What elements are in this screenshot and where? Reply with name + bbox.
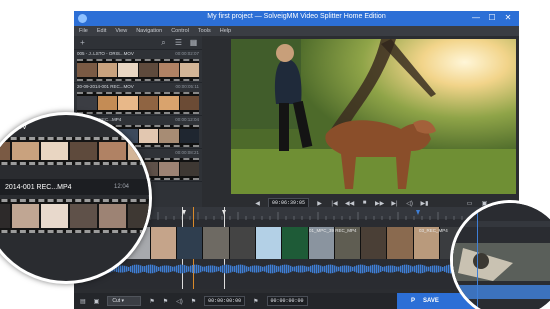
video-preview — [231, 39, 516, 194]
set-start-icon[interactable]: ⚑ — [191, 298, 196, 305]
thumbnail-frame — [99, 142, 126, 160]
thumbnail-frame — [179, 162, 199, 176]
track-clip-label-2: 03_REC_MP4 — [419, 228, 448, 233]
thumbnail-frame — [159, 162, 179, 176]
clip-filmstrip — [77, 59, 199, 81]
zoomed-clip-name-top: ...MOV — [5, 123, 27, 131]
menu-file[interactable]: File — [79, 26, 88, 36]
next-frame-button[interactable]: ▶ — [315, 200, 324, 207]
timeline-frame — [282, 227, 309, 259]
clip-item[interactable]: 20-09-2014-001 REC...MOV 00:00:05:11 — [74, 83, 202, 116]
thumbnail-frame — [0, 142, 10, 160]
thumbnail-frame — [159, 96, 179, 110]
open-folder-icon[interactable]: ▭ — [465, 200, 474, 207]
thumbnail-frame — [118, 63, 138, 77]
zoomed-clip-header: 2014-001 REC...MP4 12:04 — [0, 179, 149, 195]
thumbnail-frame — [138, 96, 158, 110]
list-view-icon[interactable]: ☰ — [174, 38, 183, 47]
timeline-frame — [150, 227, 177, 259]
thumbnail-frame — [159, 129, 179, 143]
preview-frame-image — [231, 39, 516, 194]
thumbnail-frame — [70, 142, 97, 160]
menu-tools[interactable]: Tools — [198, 26, 211, 36]
thumbnail-frame — [97, 96, 117, 110]
add-file-icon[interactable]: + — [78, 38, 87, 47]
title-bar: My first project — SolveigMM Video Split… — [74, 11, 519, 26]
clip-duration: 00:00:05:11 — [175, 84, 199, 89]
thumbnail-frame — [179, 63, 199, 77]
volume-icon[interactable]: ◁) — [405, 200, 414, 207]
thumbnail-frame — [97, 63, 117, 77]
menu-navigation[interactable]: Navigation — [136, 26, 162, 36]
thumbnail-frame — [41, 142, 68, 160]
marker-in-icon[interactable]: ⚑ — [149, 298, 154, 305]
clip-duration: 00:00:02:07 — [175, 51, 199, 56]
thumbnail-frame — [77, 96, 97, 110]
window-title: My first project — SolveigMM Video Split… — [207, 13, 386, 20]
menu-control[interactable]: Control — [171, 26, 189, 36]
tracks-icon[interactable]: ▤ — [80, 298, 86, 305]
fast-forward-button[interactable]: ▶▶ — [375, 200, 384, 207]
save-icon: P — [411, 298, 416, 304]
save-label: SAVE — [423, 298, 439, 304]
thumbnail-frame — [128, 204, 149, 228]
start-time-field[interactable]: 00:00:00:00 — [204, 296, 246, 306]
grid-view-icon[interactable]: ▦ — [189, 38, 198, 47]
rewind-button[interactable]: ◀◀ — [345, 200, 354, 207]
marker-out-icon[interactable]: ⚑ — [163, 298, 168, 305]
thumbnail-frame — [128, 142, 149, 160]
thumbnail-frame — [118, 96, 138, 110]
media-list-toolbar: + ⌕ ☰ ▦ — [74, 36, 202, 50]
bottom-toolbar: ▤ ▣ Cut ▾ ⚑ ⚑ ◁) ⚑ 00:00:00:00 ⚑ 00:00:0… — [74, 293, 519, 309]
track-clip-label: 01_MPC_39 REC_MP4 — [309, 228, 357, 233]
minimize-button[interactable]: — — [469, 12, 483, 24]
zoomed-clip-name: 2014-001 REC...MP4 — [5, 183, 72, 191]
go-to-start-button[interactable]: |◀ — [330, 200, 339, 207]
timeline-frame — [229, 227, 256, 259]
timeline-frame — [361, 227, 388, 259]
maximize-button[interactable]: ☐ — [485, 12, 499, 24]
clip-filmstrip — [77, 92, 199, 114]
timeline-frame — [176, 227, 204, 259]
thumbnail-frame — [77, 63, 97, 77]
clip-duration: 00:00:12:04 — [175, 117, 199, 122]
clip-item[interactable]: 005 - J..LSTO - ORIS...MOV 00:00:02:07 — [74, 50, 202, 83]
clip-name: 005 - J..LSTO - ORIS...MOV — [77, 51, 134, 56]
menu-edit[interactable]: Edit — [97, 26, 106, 36]
stop-button[interactable]: ■ — [360, 200, 369, 206]
prev-frame-button[interactable]: ◀ — [253, 200, 262, 207]
set-end-icon[interactable]: ⚑ — [253, 298, 258, 305]
thumbnail-frame — [70, 204, 97, 228]
thumbnail-frame — [12, 204, 39, 228]
edit-mode-select[interactable]: Cut ▾ — [107, 296, 142, 306]
go-to-end-button[interactable]: ▶| — [390, 200, 399, 207]
search-icon[interactable]: ⌕ — [159, 38, 168, 47]
media-icon[interactable]: ▣ — [94, 298, 100, 305]
thumbnail-frame — [0, 204, 10, 228]
thumbnail-frame — [138, 63, 158, 77]
menu-view[interactable]: View — [115, 26, 127, 36]
zoomed-filmstrip-2 — [0, 199, 149, 233]
menu-bar: File Edit View Navigation Control Tools … — [74, 26, 519, 36]
zoomed-clip-duration: 12:04 — [113, 184, 129, 190]
audio-icon[interactable]: ◁) — [176, 298, 183, 305]
zoomed-filmstrip-1 — [0, 137, 149, 165]
thumbnail-frame — [179, 96, 199, 110]
thumbnail-frame — [99, 204, 126, 228]
timeline-frame — [387, 227, 414, 259]
clip-duration: 00:00:08:21 — [175, 150, 199, 155]
menu-help[interactable]: Help — [220, 26, 231, 36]
end-time-field[interactable]: 00:00:00:00 — [266, 296, 308, 306]
timeline-frame — [203, 227, 230, 259]
close-button[interactable]: ✕ — [501, 12, 515, 24]
play-button[interactable]: ▶▮ — [420, 200, 429, 207]
thumbnail-frame — [159, 63, 179, 77]
timeline-frame — [255, 227, 283, 259]
thumbnail-frame — [41, 204, 68, 228]
thumbnail-frame — [12, 142, 39, 160]
thumbnail-frame — [179, 129, 199, 143]
clip-name: 20-09-2014-001 REC...MOV — [77, 84, 134, 89]
